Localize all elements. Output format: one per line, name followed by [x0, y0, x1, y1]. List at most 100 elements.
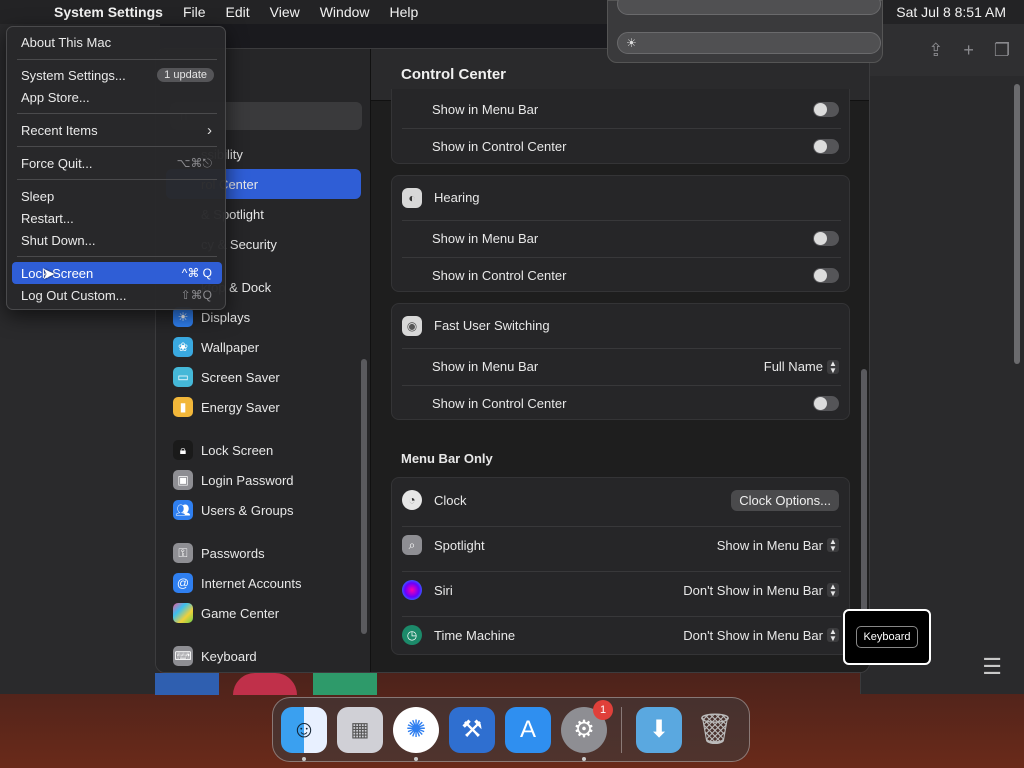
mouse-cursor-icon: ➤ [42, 266, 56, 283]
sidebar-item-login-password[interactable]: ▣ Login Password [166, 465, 361, 495]
running-indicator [414, 756, 418, 761]
toggle-control-center-1[interactable] [813, 139, 839, 154]
full-name-popup[interactable]: Full Name ▲ ▼ [764, 359, 839, 374]
row-clock: ◔ Clock Clock Options... [392, 481, 851, 519]
background-toolbar: ⇪ + ❐ [861, 24, 1024, 76]
notification-badge: 1 [593, 699, 613, 720]
sidebar-scrollbar[interactable] [361, 359, 367, 634]
card-previous-module: Show in Menu Bar Show in Control Center [391, 89, 850, 164]
menu-app-store[interactable]: App Store... [12, 86, 222, 108]
finder-icon[interactable]: ☺ [281, 706, 327, 761]
menu-view[interactable]: View [260, 4, 310, 20]
lock-icon: 🔒︎ [173, 440, 193, 460]
chevron-updown-icon: ▲ ▼ [827, 359, 839, 374]
menu-edit[interactable]: Edit [216, 4, 260, 20]
row-divider [402, 348, 841, 349]
yelp-widget-icon[interactable] [233, 673, 297, 695]
content-scrollbar[interactable] [861, 369, 867, 634]
row-divider [402, 220, 841, 221]
siri-popup[interactable]: Don't Show in Menu Bar ▲ ▼ [683, 583, 839, 598]
sliders-icon[interactable]: ☰ [982, 654, 1002, 680]
row-divider [402, 128, 841, 129]
dock-separator [621, 706, 622, 753]
time-machine-popup[interactable]: Don't Show in Menu Bar ▲ ▼ [683, 628, 839, 643]
safari-icon[interactable]: ✺ [393, 706, 439, 761]
row-show-menu-bar-1: Show in Menu Bar [392, 91, 851, 128]
menu-clock[interactable]: Sat Jul 8 8:51 AM [896, 0, 1006, 24]
scrollbar[interactable] [1014, 84, 1020, 364]
menu-force-quit[interactable]: Force Quit... ⌥⌘⎋ [12, 152, 222, 174]
sidebar-item-game-center[interactable]: Game Center [166, 598, 361, 628]
menu-recent-items[interactable]: Recent Items › [12, 119, 222, 141]
dock: ☺ ▦ ✺ ⚒ A ⚙ 1 ⬇ 🗑︎ [272, 697, 750, 762]
row-divider [402, 526, 841, 527]
sidebar-item-lock-screen[interactable]: 🔒︎ Lock Screen [166, 435, 361, 465]
app-store-icon[interactable]: A [505, 706, 551, 753]
row-divider [402, 571, 841, 572]
plus-icon[interactable]: + [963, 40, 974, 61]
spotlight-popup[interactable]: Show in Menu Bar ▲ ▼ [717, 538, 839, 553]
sidebar-item-internet-accounts[interactable]: @ Internet Accounts [166, 568, 361, 598]
sidebar-item-keyboard[interactable]: ⌨ Keyboard [166, 641, 361, 671]
row-hearing-header: ◐ Hearing [392, 179, 851, 216]
displays-icon: ☀ [173, 307, 193, 327]
menu-separator [17, 113, 217, 114]
card-menu-bar-only: ◔ Clock Clock Options... ⌕ Spotlight Sho… [391, 477, 850, 655]
screen-saver-icon: ▭ [173, 367, 193, 387]
energy-saver-icon: ▮ [173, 397, 193, 417]
row-siri: Siri Don't Show in Menu Bar ▲ ▼ [392, 571, 851, 609]
section-menu-bar-only: Menu Bar Only [401, 451, 493, 466]
keyboard-tooltip: Keyboard [843, 609, 931, 665]
login-password-icon: ▣ [173, 470, 193, 490]
menu-window[interactable]: Window [310, 4, 380, 20]
clock-icon: ◔ [402, 490, 422, 510]
menu-sleep[interactable]: Sleep [12, 185, 222, 207]
siri-icon [402, 580, 422, 600]
chevron-updown-icon: ▲ ▼ [827, 583, 839, 598]
brightness-slider[interactable]: ☀ [617, 32, 881, 54]
sun-icon: ☀ [626, 36, 637, 50]
running-indicator [582, 756, 586, 761]
desktop-widgets-strip [155, 673, 385, 695]
weather-widget-icon[interactable] [155, 673, 219, 695]
brightness-slider-top[interactable] [617, 0, 881, 15]
toggle-hearing-menu-bar[interactable] [813, 231, 839, 246]
update-badge: 1 update [157, 68, 214, 82]
user-switch-icon: ◉ [402, 315, 422, 336]
share-icon[interactable]: ⇪ [928, 40, 943, 61]
menu-separator [17, 146, 217, 147]
display-brightness-panel: ☀ [607, 0, 883, 63]
menu-help[interactable]: Help [380, 4, 429, 20]
sidebar-item-users-groups[interactable]: 👥︎ Users & Groups [166, 495, 361, 525]
trash-icon[interactable]: 🗑︎ [692, 707, 738, 753]
toggle-hearing-control-center[interactable] [813, 268, 839, 283]
sidebar-item-energy-saver[interactable]: ▮ Energy Saver [166, 392, 361, 422]
sidebar-item-wallpaper[interactable]: ❀ Wallpaper [166, 332, 361, 362]
tabs-icon[interactable]: ❐ [994, 40, 1010, 61]
menu-system-settings[interactable]: System Settings... 1 update [12, 64, 222, 86]
row-fast-user-menu-bar: Show in Menu Bar Full Name ▲ ▼ [392, 348, 851, 385]
menu-about-this-mac[interactable]: About This Mac [12, 31, 222, 53]
row-fast-user-header: ◉ Fast User Switching [392, 307, 851, 344]
row-hearing-menu-bar: Show in Menu Bar [392, 220, 851, 257]
toggle-menu-bar-1[interactable] [813, 102, 839, 117]
magnifier-icon: ⌕ [402, 535, 422, 555]
downloads-folder-icon[interactable]: ⬇ [636, 706, 682, 753]
menu-file[interactable]: File [173, 4, 216, 20]
sidebar-item-passwords[interactable]: ⚿ Passwords [166, 538, 361, 568]
launchpad-icon[interactable]: ▦ [337, 706, 383, 753]
menu-shut-down[interactable]: Shut Down... [12, 229, 222, 251]
row-divider [402, 616, 841, 617]
menu-restart[interactable]: Restart... [12, 207, 222, 229]
menu-log-out[interactable]: Log Out Custom... ⇧⌘Q [12, 284, 222, 306]
tripadvisor-widget-icon[interactable] [313, 673, 377, 695]
wallpaper-icon: ❀ [173, 337, 193, 357]
sidebar-item-screen-saver[interactable]: ▭ Screen Saver [166, 362, 361, 392]
clock-options-button[interactable]: Clock Options... [731, 489, 839, 511]
xcode-icon[interactable]: ⚒ [449, 706, 495, 753]
system-settings-icon[interactable]: ⚙ 1 [561, 699, 613, 761]
menu-app-name[interactable]: System Settings [52, 4, 173, 20]
toggle-fast-user-control-center[interactable] [813, 396, 839, 411]
ear-icon: ◐ [402, 187, 422, 208]
row-spotlight: ⌕ Spotlight Show in Menu Bar ▲ ▼ [392, 526, 851, 564]
